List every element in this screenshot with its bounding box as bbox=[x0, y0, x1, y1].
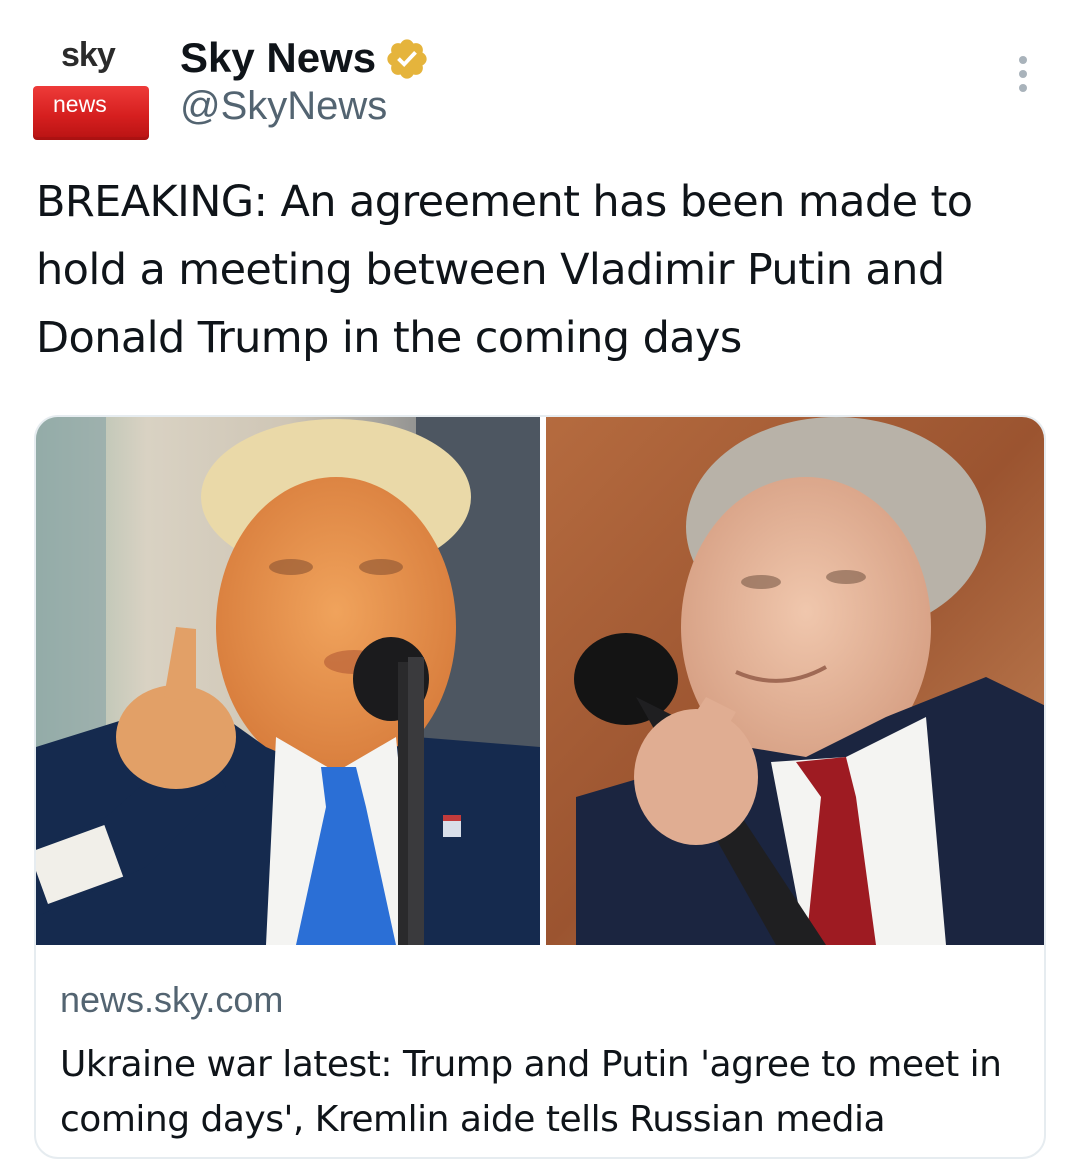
putin-photo-illustration bbox=[546, 417, 1044, 945]
avatar-logo-sky: sky bbox=[61, 36, 116, 74]
more-options-icon[interactable] bbox=[1006, 52, 1040, 96]
more-dot bbox=[1019, 84, 1027, 92]
avatar-logo-news-bar: news bbox=[33, 86, 149, 140]
more-dot bbox=[1019, 56, 1027, 64]
account-avatar[interactable]: sky news bbox=[33, 36, 149, 142]
link-card-title[interactable]: Ukraine war latest: Trump and Putin 'agr… bbox=[60, 1037, 1030, 1147]
trump-photo bbox=[36, 417, 540, 945]
avatar-logo-news: news bbox=[53, 91, 107, 117]
trump-photo-illustration bbox=[36, 417, 540, 945]
link-card-media[interactable] bbox=[36, 417, 1044, 945]
tweet-text: BREAKING: An agreement has been made to … bbox=[36, 177, 973, 363]
link-card-domain: news.sky.com bbox=[60, 979, 284, 1020]
verified-badge-icon bbox=[387, 39, 427, 79]
link-card[interactable]: news.sky.com Ukraine war latest: Trump a… bbox=[34, 415, 1046, 1159]
more-dot bbox=[1019, 70, 1027, 78]
account-handle[interactable]: @SkyNews bbox=[180, 84, 387, 129]
putin-photo bbox=[546, 417, 1044, 945]
account-display-name[interactable]: Sky News bbox=[180, 34, 376, 82]
